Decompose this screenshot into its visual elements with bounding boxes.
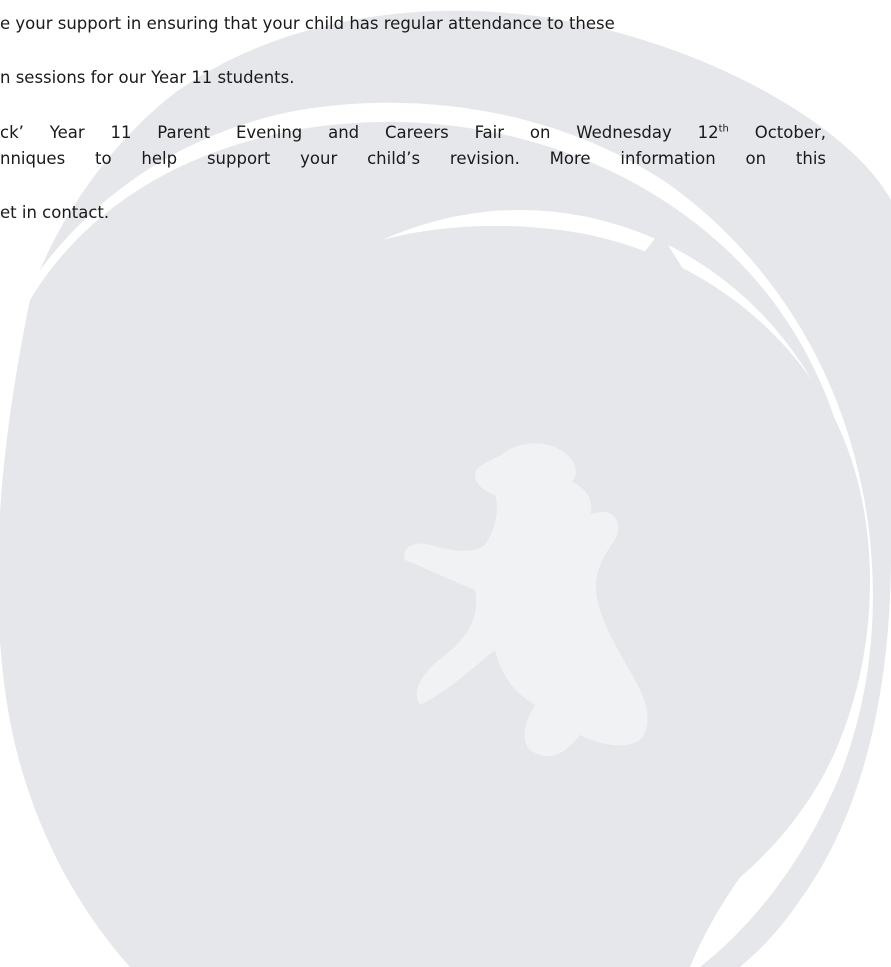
letter-line-sessions: n sessions for our Year 11 students. (0, 68, 295, 87)
letter-line-contact: et in contact. (0, 203, 110, 222)
letter-line-parent-evening-month: October, (728, 123, 826, 142)
letter-text-block: e your support in ensuring that your chi… (0, 0, 891, 967)
letter-line-revision: nniques to help support your child’s rev… (0, 149, 826, 168)
letter-line-attendance: e your support in ensuring that your chi… (0, 14, 615, 33)
date-ordinal-suffix: th (718, 123, 729, 135)
letter-line-parent-evening-text: ck’ Year 11 Parent Evening and Careers F… (0, 123, 719, 142)
letter-line-parent-evening: ck’ Year 11 Parent Evening and Careers F… (0, 121, 826, 145)
